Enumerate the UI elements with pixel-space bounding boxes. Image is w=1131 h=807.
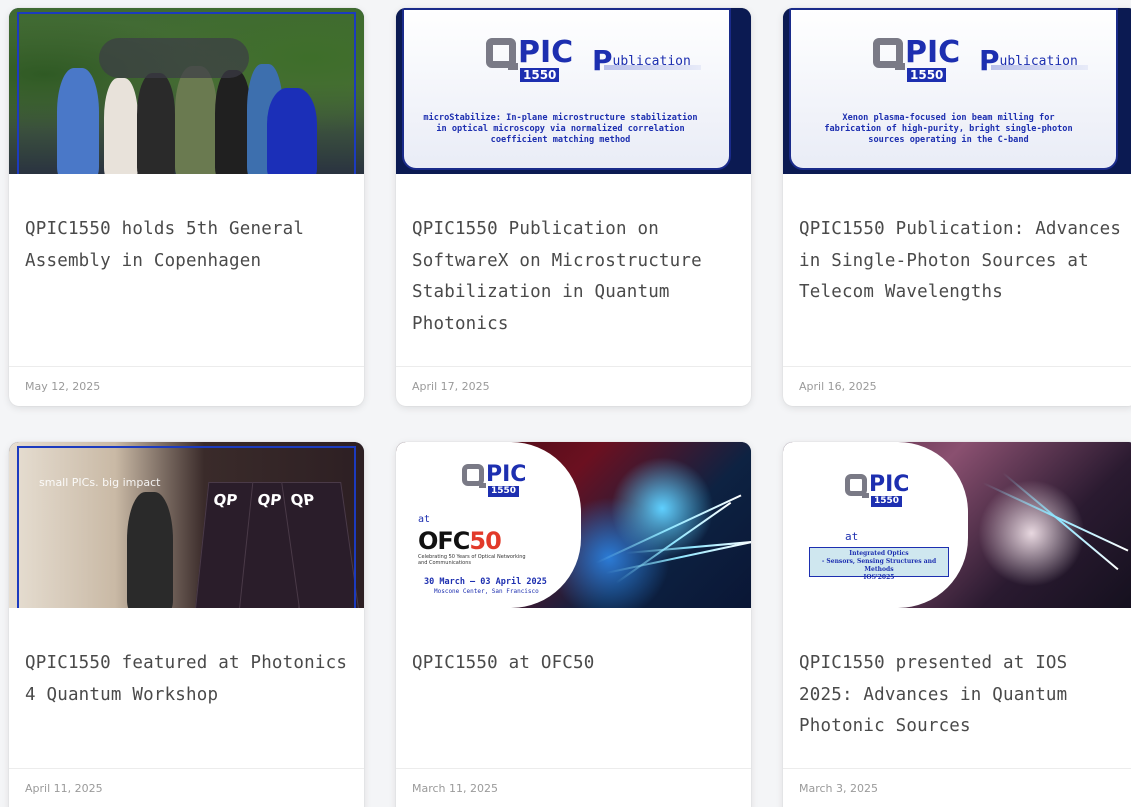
publication-badge: Publication — [592, 44, 691, 77]
news-card[interactable]: PIC 1550 Publication Xenon plasma-focuse… — [783, 8, 1131, 406]
card-thumbnail-group-photo[interactable] — [9, 8, 364, 174]
card-title[interactable]: QPIC1550 at OFC50 — [412, 648, 737, 680]
card-thumbnail-publication[interactable]: PIC 1550 Publication microStabilize: In-… — [396, 8, 751, 174]
qpic-logo: PIC 1550 — [845, 472, 910, 507]
box-line1: Integrated Optics — [849, 550, 909, 557]
logo-sub: 1550 — [871, 496, 903, 507]
card-date: April 16, 2025 — [783, 366, 1131, 406]
logo-sub: 1550 — [907, 68, 947, 82]
q-logo-icon — [462, 464, 486, 488]
qpic-logo: PIC 1550 — [873, 35, 961, 82]
card-date: April 17, 2025 — [396, 366, 751, 406]
card-thumbnail-event[interactable]: PIC 1550 at OFC50 Celebrating 50 Years o… — [396, 442, 751, 608]
logo-text: PIC — [486, 462, 527, 487]
thumbnail-frame — [17, 12, 356, 174]
event-venue: Moscone Center, San Francisco — [434, 588, 539, 595]
card-thumbnail-publication[interactable]: PIC 1550 Publication Xenon plasma-focuse… — [783, 8, 1131, 174]
q-logo-icon — [873, 38, 905, 70]
event-tagline: Celebrating 50 Years of Optical Networki… — [418, 554, 526, 566]
logo-text: PIC — [869, 472, 910, 497]
card-date: April 11, 2025 — [9, 768, 364, 807]
card-date: March 3, 2025 — [783, 768, 1131, 807]
card-title[interactable]: QPIC1550 holds 5th General Assembly in C… — [25, 214, 350, 277]
card-thumbnail-expo-photo[interactable]: small PICs. big impact QP QP QP — [9, 442, 364, 608]
card-date: May 12, 2025 — [9, 366, 364, 406]
box-line2: - Sensors, Sensing Structures and Method… — [821, 558, 937, 573]
event-at: at — [418, 514, 431, 525]
card-title[interactable]: QPIC1550 presented at IOS 2025: Advances… — [799, 648, 1124, 743]
logo-sub: 1550 — [520, 68, 560, 82]
news-card[interactable]: PIC 1550 at Integrated Optics - Sensors,… — [783, 442, 1131, 807]
qpic-logo: PIC 1550 — [486, 35, 574, 82]
publication-underline — [991, 65, 1088, 70]
card-title[interactable]: QPIC1550 featured at Photonics 4 Quantum… — [25, 648, 350, 711]
event-at: at — [845, 530, 859, 543]
publication-title-text: Xenon plasma-focused ion beam milling fo… — [824, 113, 1073, 145]
event-panel: PIC 1550 at Integrated Optics - Sensors,… — [783, 442, 968, 608]
publication-underline — [604, 65, 701, 70]
event-dates: 30 March – 03 April 2025 — [424, 577, 547, 587]
logo-sub: 1550 — [488, 486, 520, 497]
q-logo-icon — [486, 38, 518, 70]
news-card[interactable]: small PICs. big impact QP QP QP QPIC1550… — [9, 442, 364, 807]
publication-badge: Publication — [979, 44, 1078, 77]
news-card[interactable]: QPIC1550 holds 5th General Assembly in C… — [9, 8, 364, 406]
event-number: 50 — [469, 527, 501, 555]
news-card[interactable]: PIC 1550 Publication microStabilize: In-… — [396, 8, 751, 406]
card-thumbnail-event[interactable]: PIC 1550 at Integrated Optics - Sensors,… — [783, 442, 1131, 608]
card-date: March 11, 2025 — [396, 768, 751, 807]
box-line3: IOS'2025 — [863, 574, 895, 581]
card-title[interactable]: QPIC1550 Publication: Advances in Single… — [799, 214, 1124, 309]
event-panel: PIC 1550 at OFC50 Celebrating 50 Years o… — [396, 442, 581, 608]
event-box: Integrated Optics - Sensors, Sensing Str… — [809, 547, 949, 581]
logo-text: PIC — [905, 35, 961, 70]
publication-frame: PIC 1550 Publication microStabilize: In-… — [402, 8, 731, 170]
event-name: OFC50 — [418, 527, 502, 555]
badge-letter: P — [979, 44, 1000, 77]
publication-title-text: microStabilize: In-plane microstructure … — [423, 113, 698, 145]
badge-letter: P — [592, 44, 613, 77]
thumbnail-frame — [17, 446, 356, 608]
event-name-text: OFC — [418, 527, 470, 555]
logo-text: PIC — [518, 35, 574, 70]
qpic-logo: PIC 1550 — [462, 462, 527, 497]
news-card[interactable]: PIC 1550 at OFC50 Celebrating 50 Years o… — [396, 442, 751, 807]
q-logo-icon — [845, 474, 869, 498]
card-title[interactable]: QPIC1550 Publication on SoftwareX on Mic… — [412, 214, 737, 340]
publication-frame: PIC 1550 Publication Xenon plasma-focuse… — [789, 8, 1118, 170]
